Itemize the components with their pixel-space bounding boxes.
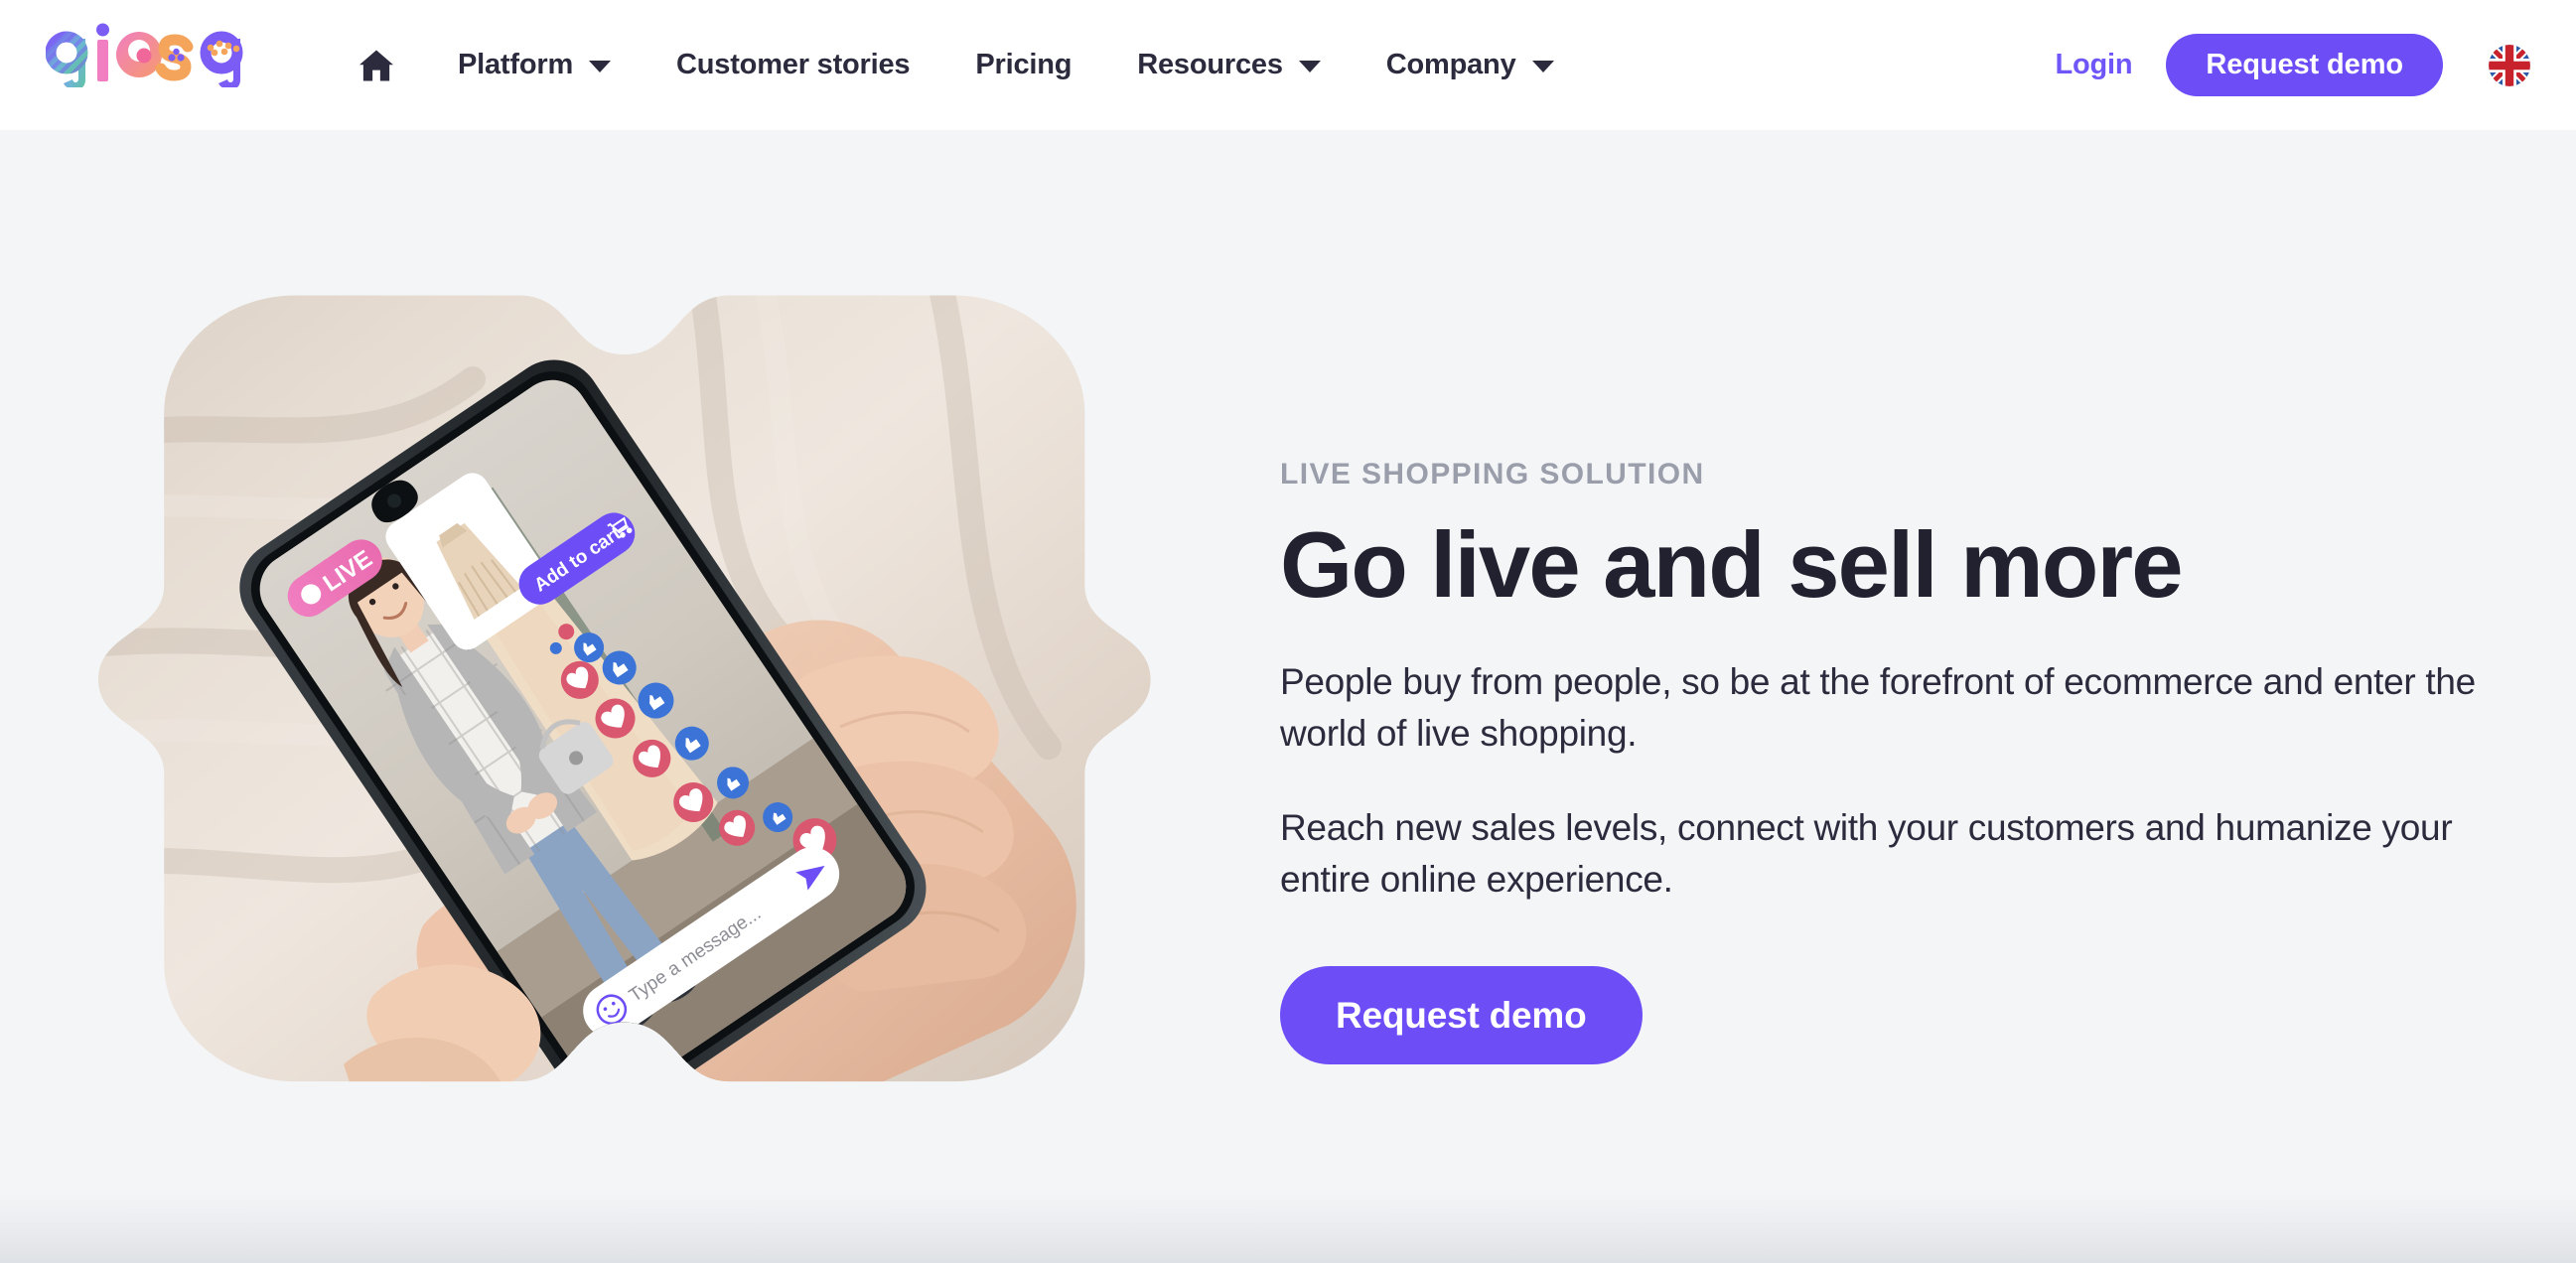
header-actions: Login Request demo (2021, 0, 2576, 130)
nav-label: Company (1385, 49, 1516, 80)
nav-label: Platform (458, 49, 574, 80)
united-kingdom-flag-icon[interactable] (2489, 44, 2530, 86)
primary-navigation: Platform Customer stories Pricing Resour… (358, 0, 1587, 130)
page-root: Platform Customer stories Pricing Resour… (0, 0, 2576, 1263)
nav-item-home[interactable] (358, 0, 425, 130)
nav-item-resources[interactable]: Resources (1104, 0, 1354, 130)
hero-image-container: LIVE Add to cart Type a message... (46, 230, 1163, 1124)
chevron-down-icon (1298, 61, 1321, 72)
section-bottom-fade (0, 1193, 2576, 1263)
nav-label: Resources (1137, 49, 1283, 80)
site-header: Platform Customer stories Pricing Resour… (0, 0, 2576, 130)
hero-image-blob: LIVE Add to cart Type a message... (46, 230, 1163, 1124)
hero-section: LIVE Add to cart Type a message... LIVE … (0, 130, 2576, 1263)
hero-eyebrow: LIVE SHOPPING SOLUTION (1280, 458, 1705, 491)
request-demo-button-header[interactable]: Request demo (2166, 34, 2443, 96)
nav-item-platform[interactable]: Platform (425, 0, 644, 130)
nav-item-pricing[interactable]: Pricing (942, 0, 1104, 130)
giosg-logo[interactable] (46, 22, 250, 87)
home-icon (358, 49, 395, 82)
hero-paragraph-1: People buy from people, so be at the for… (1280, 660, 2476, 755)
request-demo-button-hero[interactable]: Request demo (1280, 965, 1643, 1064)
login-link[interactable]: Login (2021, 49, 2166, 81)
page-title: Go live and sell more (1280, 512, 2184, 617)
nav-item-company[interactable]: Company (1354, 0, 1587, 130)
nav-label: Pricing (975, 49, 1073, 80)
nav-label: Customer stories (676, 49, 911, 80)
chevron-down-icon (589, 61, 612, 72)
chevron-down-icon (1531, 61, 1554, 72)
nav-item-customer-stories[interactable]: Customer stories (644, 0, 942, 130)
hero-paragraph-2: Reach new sales levels, connect with you… (1280, 806, 2453, 901)
hero-copy: LIVE SHOPPING SOLUTION Go live and sell … (1280, 458, 2531, 1064)
